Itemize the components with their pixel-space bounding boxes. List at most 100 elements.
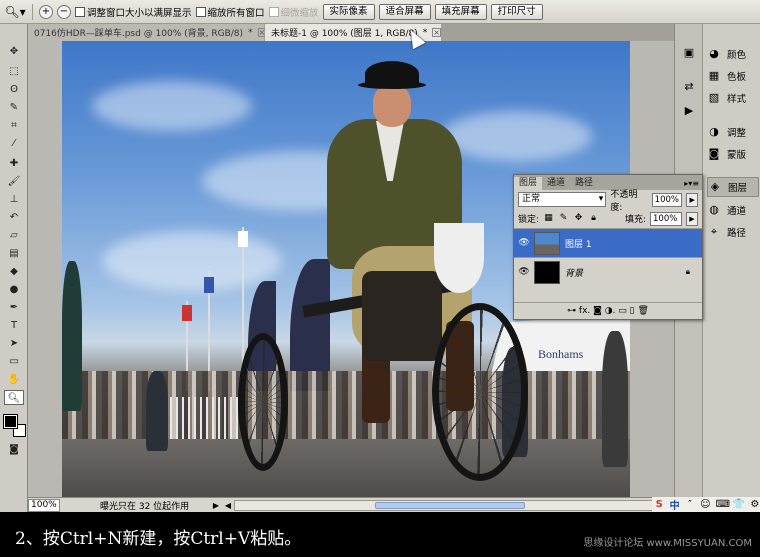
scrollbar-thumb[interactable] — [375, 501, 525, 509]
front-wheel — [432, 303, 528, 481]
tab-hdr-document[interactable]: 0716仿HDR—踩单车.psd @ 100% (背景, RGB/8) * × — [28, 24, 267, 41]
lock-image-icon[interactable]: ✎ — [558, 213, 569, 224]
lock-fill-row: 锁定: ▦ ✎ ✥ 🔒︎ 填充: 100% ▶ — [514, 209, 702, 228]
rider-face — [373, 85, 411, 127]
fill-screen-button[interactable]: 填充屏幕 — [434, 3, 487, 20]
ime-keyboard-icon[interactable]: ⌨ — [716, 499, 730, 510]
dock-item-adjustments[interactable]: ◑ 调整 — [707, 122, 759, 142]
layer-name[interactable]: 图层 1 — [565, 237, 592, 250]
checkbox-box[interactable] — [195, 6, 206, 17]
tab-label: 未标题-1 @ 100% (图层 1, RGB/8) — [271, 29, 418, 39]
tab-channels[interactable]: 通道 — [542, 177, 570, 190]
print-size-button[interactable]: 打印尺寸 — [490, 3, 543, 20]
hand-tool-icon[interactable]: ✋ — [4, 372, 24, 387]
close-icon[interactable]: × — [432, 28, 441, 37]
clone-stamp-tool-icon[interactable]: ⊥ — [4, 192, 24, 207]
foreground-color-swatch[interactable] — [3, 414, 18, 429]
dodge-tool-icon[interactable]: ● — [4, 282, 24, 297]
dock-item-color[interactable]: ◕ 颜色 — [707, 44, 759, 64]
zoom-tool-icon[interactable]: 🔍︎ — [4, 390, 24, 405]
history-brush-tool-icon[interactable]: ↶ — [4, 210, 24, 225]
layers-icon: ◈ — [710, 180, 720, 193]
blend-mode-select[interactable]: 正常 — [518, 192, 607, 207]
scroll-left-arrow-icon[interactable]: ◀ — [222, 501, 234, 510]
eye-icon[interactable]: 👁︎ — [514, 267, 534, 277]
dock-item-paths[interactable]: ⌖ 路径 — [707, 222, 759, 242]
tab-layers[interactable]: 图层 — [514, 177, 543, 190]
blur-tool-icon[interactable]: ◆ — [4, 264, 24, 279]
dock-item-channels[interactable]: ◍ 通道 — [707, 200, 759, 220]
dock-item-swatches[interactable]: ▦ 色板 — [707, 66, 759, 86]
actual-pixels-button[interactable]: 实际像素 — [322, 3, 375, 20]
crop-tool-icon[interactable]: ⌗ — [4, 118, 24, 133]
zoom-in-button[interactable]: + — [39, 4, 53, 19]
opacity-slider-arrow-icon[interactable]: ▶ — [686, 192, 699, 207]
tab-paths[interactable]: 路径 — [570, 177, 598, 190]
layer-actions-icons[interactable]: ⊶ fx. ◙ ◑. ▭ ▯ 🗑 — [567, 306, 649, 316]
fill-input[interactable]: 100% — [650, 211, 682, 226]
lock-transparency-icon[interactable]: ▦ — [543, 213, 554, 224]
masks-icon: ◙ — [708, 147, 720, 160]
history-icon[interactable]: ▣ — [681, 46, 697, 60]
lock-position-icon[interactable]: ✥ — [573, 213, 584, 224]
layers-panel: 图层 通道 路径 ▸▾≡ 正常 不透明度: 100% ▶ 锁定: ▦ ✎ ✥ 🔒… — [513, 174, 703, 320]
gradient-tool-icon[interactable]: ▤ — [4, 246, 24, 261]
dock-item-layers[interactable]: ◈ 图层 — [707, 177, 759, 197]
checkbox-box[interactable] — [75, 6, 85, 17]
dock-item-label: 颜色 — [727, 50, 747, 61]
ime-punctuation-icon[interactable]: ″ — [685, 499, 695, 510]
layer-row-background[interactable]: 👁︎ 背景 🔒︎ — [514, 257, 702, 286]
actions-icon[interactable]: ⇄ — [681, 80, 697, 94]
fit-screen-button[interactable]: 适合屏幕 — [378, 3, 431, 20]
panel-menu-icon[interactable]: ▸▾≡ — [681, 177, 702, 190]
zoom-all-windows-label: 缩放所有窗口 — [207, 7, 265, 19]
eyedropper-tool-icon[interactable]: ⁄ — [4, 136, 24, 151]
color-icon: ◕ — [709, 47, 719, 60]
move-tool-icon[interactable]: ✥ — [4, 44, 24, 59]
color-swatches[interactable] — [3, 414, 26, 437]
marquee-tool-icon[interactable]: ⬚ — [4, 64, 24, 79]
status-menu-arrow-icon[interactable]: ▶ — [210, 501, 222, 510]
lock-all-icon[interactable]: 🔒︎ — [588, 213, 599, 224]
document-tab-bar: 0716仿HDR—踩单车.psd @ 100% (背景, RGB/8) * × … — [28, 24, 674, 41]
dock-item-masks[interactable]: ◙ 蒙版 — [707, 144, 759, 164]
zoom-out-button[interactable]: − — [57, 4, 71, 19]
lasso-tool-icon[interactable]: ʘ — [4, 82, 24, 97]
path-selection-tool-icon[interactable]: ➤ — [4, 336, 24, 351]
fill-slider-arrow-icon[interactable]: ▶ — [686, 211, 698, 226]
play-icon[interactable]: ▶ — [681, 104, 697, 118]
opacity-input[interactable]: 100% — [651, 192, 683, 207]
ime-mode-icon[interactable]: 中 — [669, 497, 680, 512]
zoom-all-windows-checkbox[interactable]: 缩放所有窗口 — [195, 5, 265, 19]
spectator — [602, 331, 628, 467]
blend-opacity-row: 正常 不透明度: 100% ▶ — [514, 190, 702, 213]
lock-label: 锁定: — [518, 215, 540, 225]
brush-tool-icon[interactable]: 🖌︎ — [4, 174, 24, 189]
shape-tool-icon[interactable]: ▭ — [4, 354, 24, 369]
ime-skin-icon[interactable]: 👕 — [733, 499, 745, 510]
tent-sign-text: Bonhams — [538, 347, 584, 361]
cloud — [442, 111, 592, 161]
zoom-level-input[interactable]: 100% — [28, 498, 60, 512]
ime-logo-icon[interactable]: S — [654, 499, 664, 510]
modified-marker: * — [422, 27, 428, 38]
layer-row-layer1[interactable]: 👁︎ 图层 1 — [514, 228, 702, 257]
swatches-icon: ▦ — [708, 69, 720, 82]
ime-settings-icon[interactable]: ⚙ — [750, 499, 760, 510]
type-tool-icon[interactable]: T — [4, 318, 24, 333]
healing-brush-tool-icon[interactable]: ✚ — [4, 156, 24, 171]
eraser-tool-icon[interactable]: ▱ — [4, 228, 24, 243]
dock-item-label: 图层 — [728, 183, 748, 194]
layer-name[interactable]: 背景 — [565, 266, 583, 279]
horizontal-scrollbar[interactable] — [234, 499, 672, 511]
ime-emoji-icon[interactable]: ☺ — [700, 499, 710, 510]
tricycle-engine — [362, 271, 442, 361]
quick-mask-icon[interactable]: ◙ — [4, 442, 24, 457]
zoom-tool-icon[interactable]: 🔍︎▾ — [4, 3, 26, 21]
paths-icon: ⌖ — [710, 225, 718, 238]
pen-tool-icon[interactable]: ✒ — [4, 300, 24, 315]
quick-selection-tool-icon[interactable]: ✎ — [4, 100, 24, 115]
resize-windows-checkbox[interactable]: 调整窗口大小以满屏显示 — [75, 5, 192, 19]
dock-item-styles[interactable]: ▧ 样式 — [707, 88, 759, 108]
eye-icon[interactable]: 👁︎ — [514, 238, 534, 248]
